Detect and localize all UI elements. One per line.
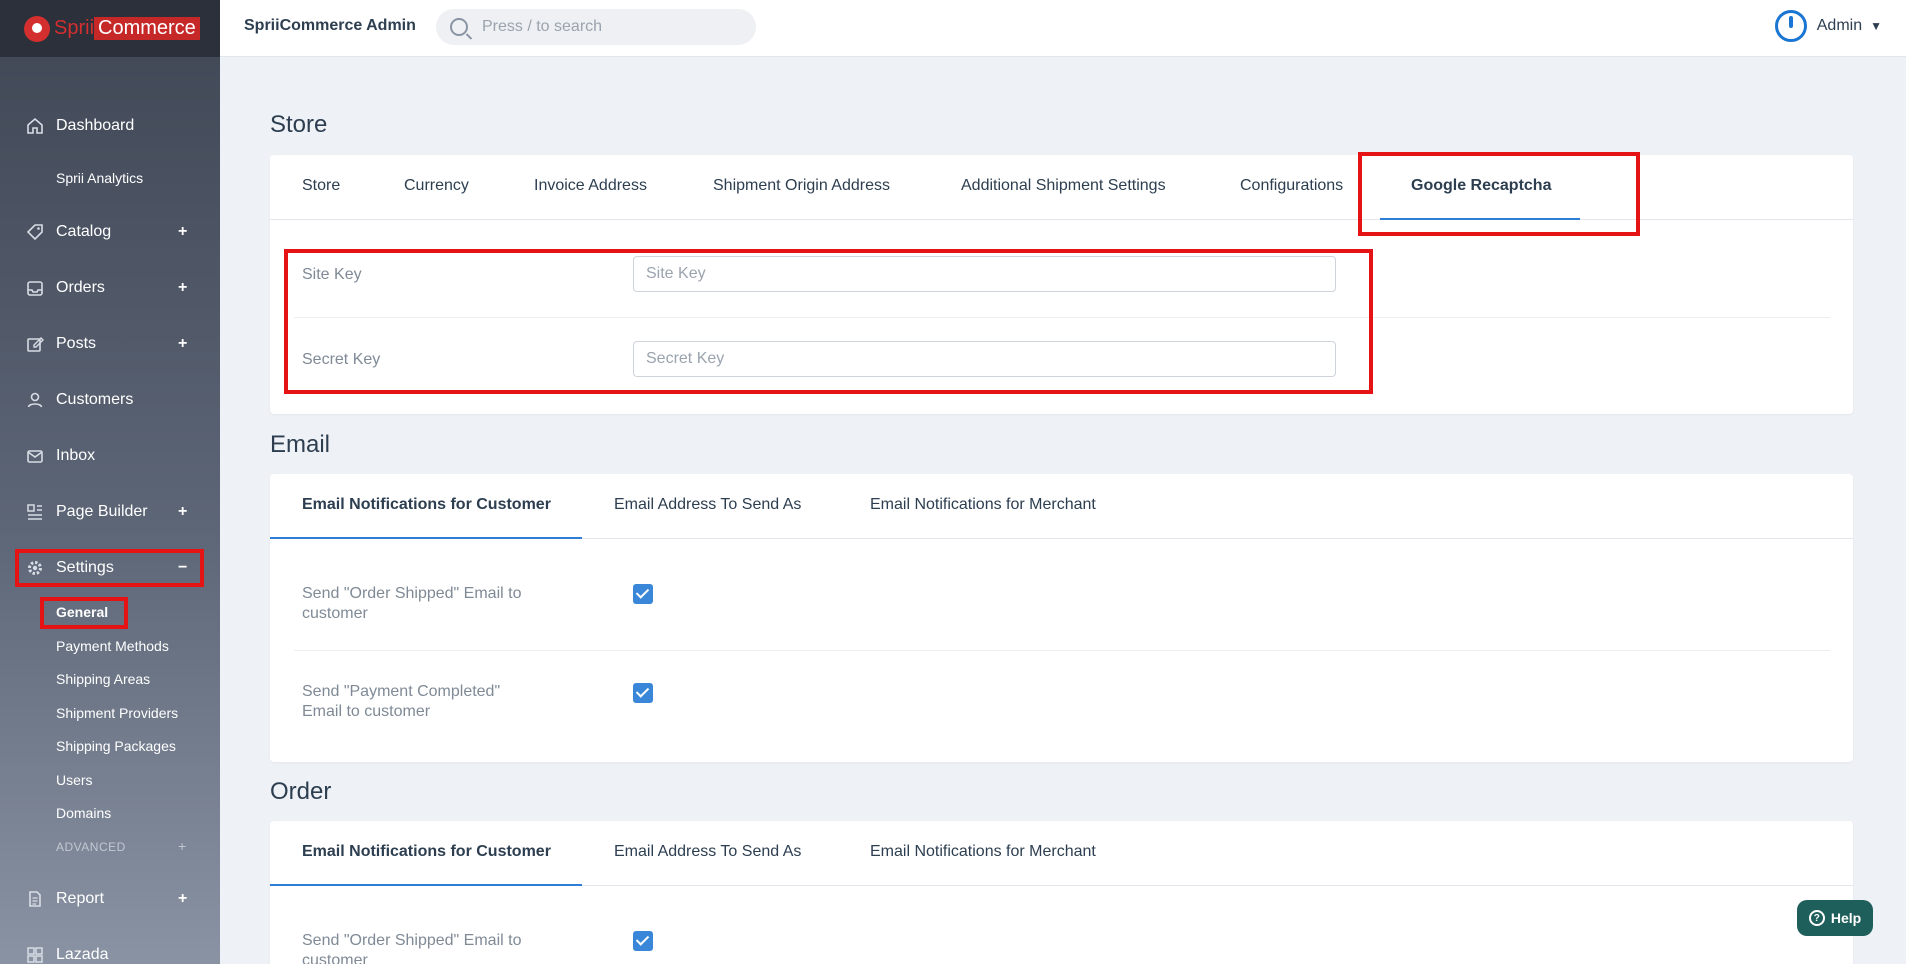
home-icon <box>24 115 46 137</box>
sidebar-item-label: Posts <box>56 335 97 352</box>
sidebar-item-label: Inbox <box>56 447 96 464</box>
grid-icon <box>24 944 46 964</box>
chevron-down-icon: ▼ <box>1870 19 1882 33</box>
highlight-recaptcha-fields <box>284 249 1373 394</box>
app-title: SpriiCommerce Admin <box>244 17 416 34</box>
expand-icon[interactable]: + <box>178 890 187 908</box>
tab-email-address-send-as[interactable]: Email Address To Send As <box>614 496 801 514</box>
tab-email-address-send-as[interactable]: Email Address To Send As <box>614 843 801 861</box>
tab-configurations[interactable]: Configurations <box>1240 177 1343 195</box>
tab-shipment-origin-address[interactable]: Shipment Origin Address <box>713 177 890 195</box>
expand-icon[interactable]: + <box>178 503 187 521</box>
help-button[interactable]: ? Help <box>1797 900 1873 936</box>
email-tabs: Email Notifications for Customer Email A… <box>270 474 1853 539</box>
order-shipped-email-label: Send "Order Shipped" Email to customer <box>302 932 522 964</box>
order-card: Email Notifications for Customer Email A… <box>270 821 1853 964</box>
tab-email-notifications-customer[interactable]: Email Notifications for Customer <box>302 843 551 861</box>
tab-store[interactable]: Store <box>302 177 340 195</box>
sidebar-item-lazada[interactable]: Lazada <box>0 935 220 964</box>
search-icon <box>450 18 468 36</box>
order-shipped-email-checkbox[interactable] <box>633 584 653 604</box>
question-icon: ? <box>1808 910 1825 926</box>
sidebar-item-label: Report <box>56 890 105 907</box>
logo[interactable]: Sprii Commerce <box>0 0 220 57</box>
sidebar-item-sprii-analytics[interactable]: Sprii Analytics <box>56 170 143 186</box>
sidebar-sub-shipment-providers[interactable]: Shipment Providers <box>56 705 178 721</box>
expand-icon[interactable]: + <box>178 838 186 854</box>
payment-completed-email-checkbox[interactable] <box>633 683 653 703</box>
tab-email-notifications-customer[interactable]: Email Notifications for Customer <box>302 496 551 514</box>
expand-icon[interactable]: + <box>178 279 187 297</box>
highlight-settings <box>15 549 204 587</box>
active-tab-indicator <box>270 537 582 539</box>
sidebar-item-customers[interactable]: Customers <box>0 380 220 420</box>
sidebar-sub-shipping-packages[interactable]: Shipping Packages <box>56 738 176 754</box>
highlight-google-recaptcha-tab <box>1358 152 1640 236</box>
logo-sprii: Sprii <box>54 17 95 39</box>
option-divider <box>294 650 1830 651</box>
sidebar-item-label: Catalog <box>56 223 112 240</box>
sidebar-item-label: Customers <box>56 391 134 408</box>
tab-additional-shipment-settings[interactable]: Additional Shipment Settings <box>961 177 1166 195</box>
sidebar-item-label: Lazada <box>56 946 109 963</box>
inbox-tray-icon <box>24 277 46 299</box>
sidebar-item-label: Dashboard <box>56 117 135 134</box>
tab-invoice-address[interactable]: Invoice Address <box>534 177 647 195</box>
sidebar-item-catalog[interactable]: Catalog + <box>0 212 220 252</box>
email-card: Email Notifications for Customer Email A… <box>270 474 1853 762</box>
sidebar-item-posts[interactable]: Posts + <box>0 324 220 364</box>
user-icon <box>24 389 46 411</box>
order-shipped-email-checkbox[interactable] <box>633 931 653 951</box>
payment-completed-email-label: Send "Payment Completed" Email to custom… <box>302 683 501 720</box>
sidebar-item-label: Orders <box>56 279 105 296</box>
user-name: Admin <box>1816 17 1863 34</box>
logo-icon <box>24 15 50 42</box>
order-shipped-email-label: Send "Order Shipped" Email to customer <box>302 585 522 622</box>
expand-icon[interactable]: + <box>178 223 187 241</box>
order-section-title: Order <box>270 778 332 805</box>
layout-icon <box>24 501 46 523</box>
search-input[interactable] <box>482 18 732 36</box>
document-icon <box>24 888 46 910</box>
email-section-title: Email <box>270 431 331 458</box>
sidebar-sub-shipping-areas[interactable]: Shipping Areas <box>56 671 150 687</box>
sidebar-sub-payment-methods[interactable]: Payment Methods <box>56 638 169 654</box>
sidebar-item-report[interactable]: Report + <box>0 879 220 919</box>
highlight-general <box>40 597 128 629</box>
top-bar: SpriiCommerce Admin Admin ▼ <box>220 0 1906 57</box>
user-menu[interactable]: Admin ▼ <box>1774 10 1882 42</box>
tab-currency[interactable]: Currency <box>404 177 469 195</box>
sidebar-item-inbox[interactable]: Inbox <box>0 436 220 476</box>
sidebar-item-page-builder[interactable]: Page Builder + <box>0 492 220 532</box>
search-box[interactable] <box>436 9 756 45</box>
sidebar-advanced-label[interactable]: ADVANCED <box>56 840 126 854</box>
expand-icon[interactable]: + <box>178 335 187 353</box>
active-tab-indicator <box>270 884 582 886</box>
sidebar-item-orders[interactable]: Orders + <box>0 268 220 308</box>
sidebar-item-dashboard[interactable]: Dashboard <box>0 106 220 146</box>
logo-commerce: Commerce <box>94 17 200 40</box>
tab-email-notifications-merchant[interactable]: Email Notifications for Merchant <box>870 496 1096 514</box>
tab-email-notifications-merchant[interactable]: Email Notifications for Merchant <box>870 843 1096 861</box>
tag-icon <box>24 221 46 243</box>
mail-icon <box>24 445 46 467</box>
sidebar-sub-users[interactable]: Users <box>56 772 93 788</box>
store-section-title: Store <box>270 111 328 138</box>
sidebar: Sprii Commerce Dashboard Sprii Analytics … <box>0 0 220 964</box>
order-tabs: Email Notifications for Customer Email A… <box>270 821 1853 886</box>
sidebar-item-label: Page Builder <box>56 503 148 520</box>
power-icon <box>1774 10 1807 42</box>
edit-icon <box>24 333 46 355</box>
sidebar-sub-domains[interactable]: Domains <box>56 805 111 821</box>
